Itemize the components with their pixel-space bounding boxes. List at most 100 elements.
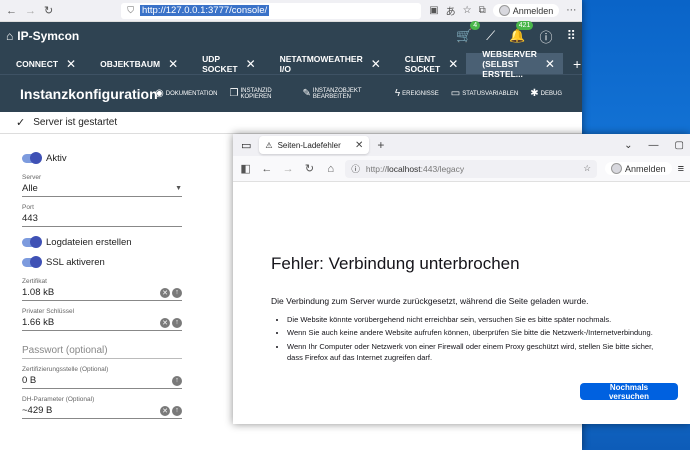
back-icon[interactable]: ← [6,4,17,18]
bg-url-text: http://127.0.0.1:3777/console/ [139,5,270,16]
close-icon[interactable]: ✕ [246,57,256,71]
ca-input[interactable]: 0 B ↑ [22,373,182,389]
add-tab-button[interactable]: + [563,53,582,74]
close-icon[interactable]: ✕ [545,57,555,71]
bookmark-star-icon[interactable]: ☆ [463,5,472,16]
fg-browser-toolbar: ◧ ← → ↻ ⌂ ⓘ http://localhost:443/legacy … [233,156,690,182]
sidebar-icon[interactable]: ◧ [239,162,252,176]
status-text: Server ist gestartet [33,117,118,128]
reload-icon[interactable]: ↻ [44,4,53,18]
upload-icon[interactable]: ↑ [172,405,182,416]
documentation-button[interactable]: ◉ DOKUMENTATION [155,88,218,99]
dh-field: DH-Parameter (Optional) ~429 B ✕ ↑ [22,396,182,419]
check-icon: ✓ [16,117,26,129]
bg-toolbar-tools: ▣ あ ☆ ⧉ Anmelden ⋯ [429,3,576,18]
error-description: Die Verbindung zum Server wurde zurückge… [271,296,589,306]
fg-login-button[interactable]: Anmelden [605,162,672,175]
chart-icon[interactable]: ⟋ [486,28,495,44]
upload-icon[interactable]: ↑ [172,375,182,386]
retry-button[interactable]: Nochmals versuchen [580,383,678,401]
tab-page-load-error[interactable]: ⚠ Seiten-Ladefehler ✕ [259,136,370,154]
password-input[interactable]: Passwort (optional) [22,343,182,359]
menu-icon[interactable]: ≡ [678,163,684,175]
ssl-toggle[interactable] [22,255,42,268]
list-item: Wenn Ihr Computer oder Netzwerk von eine… [287,341,666,364]
list-item: Wenn Sie auch keine andere Website aufru… [287,327,666,338]
fg-tabstrip: ▭ ⚠ Seiten-Ladefehler ✕ + ⌄ — ▢ [233,134,690,156]
minimize-icon[interactable]: — [649,140,659,151]
tab-connect[interactable]: CONNECT ✕ [0,53,84,74]
error-suggestions: Die Website könnte vorübergehend nicht e… [271,314,666,363]
statusvars-button[interactable]: ▭ STATUSVARIABLEN [451,88,518,99]
copy-id-button[interactable]: ❐ INSTANZID KOPIEREN [230,88,291,100]
password-field: Passwort (optional) [22,343,182,359]
reload-icon[interactable]: ↻ [303,162,316,176]
bg-url-bar[interactable]: ⛉ http://127.0.0.1:3777/console/ [121,2,422,19]
instance-tabbar: CONNECT ✕ OBJEKTBAUM ✕ UDP SOCKET ✕ NETATMO… [0,49,582,79]
ca-field: Zertifizierungsstelle (Optional) 0 B ↑ [22,366,182,389]
clear-icon[interactable]: ✕ [160,287,170,298]
list-item: Die Website könnte vorübergehend nicht e… [287,314,666,325]
events-button[interactable]: ϟ EREIGNISSE [395,88,439,99]
close-icon[interactable]: ✕ [66,57,76,71]
cart-icon[interactable]: 🛒 4 [456,21,481,44]
upload-icon[interactable]: ↑ [172,317,182,328]
tab-webserver[interactable]: WEBSERVER (SELBST ERSTEL... ✕ [466,49,563,79]
bookmark-star-icon[interactable]: ☆ [583,163,591,174]
logfiles-toggle[interactable] [22,235,42,248]
logfiles-toggle-row: Logdateien erstellen [22,233,182,251]
port-field: Port 443 [22,204,182,227]
port-input[interactable]: 443 [22,211,182,227]
close-icon[interactable]: ✕ [371,57,381,71]
bell-icon[interactable]: 🔔 421 [509,21,534,44]
cert-input[interactable]: 1.08 kB ✕ ↑ [22,285,182,301]
bg-browser-toolbar: ← → ↻ ⛉ http://127.0.0.1:3777/console/ ▣… [0,0,582,22]
screenshot-icon[interactable]: ▣ [429,5,438,16]
server-field: Server Alle ▼ [22,174,182,197]
dh-input[interactable]: ~429 B ✕ ↑ [22,403,182,419]
server-select[interactable]: Alle ▼ [22,181,182,197]
forward-icon[interactable]: → [25,4,36,18]
close-icon[interactable]: ✕ [355,140,363,151]
notification-badge: 421 [515,21,534,30]
config-form: Aktiv Server Alle ▼ Port 443 Logdateien e… [22,149,182,419]
warning-icon: ⚠ [265,140,273,150]
avatar-icon [498,5,510,16]
close-icon[interactable]: ✕ [168,57,178,71]
forward-icon[interactable]: → [282,162,295,176]
app-logo[interactable]: ⌂ IP-Symcon [6,29,79,43]
grid-menu-icon[interactable]: ⠿ [566,28,576,44]
maximize-icon[interactable]: ▢ [675,140,684,151]
privkey-input[interactable]: 1.66 kB ✕ ↑ [22,315,182,331]
extensions-icon[interactable]: ⧉ [479,5,486,16]
close-icon[interactable]: ✕ [448,57,458,71]
bg-login-button[interactable]: Anmelden [492,4,560,17]
home-icon[interactable]: ⌂ [324,162,337,176]
new-tab-button[interactable]: + [377,138,384,152]
tab-netatmoweather-io[interactable]: NETATMOWEATHER I/O ✕ [264,53,389,74]
tab-objektbaum[interactable]: OBJEKTBAUM ✕ [84,53,186,74]
active-toggle[interactable] [22,151,42,164]
privkey-field: Privater Schlüssel 1.66 kB ✕ ↑ [22,308,182,331]
clear-icon[interactable]: ✕ [160,317,170,328]
dropdown-caret-icon: ▼ [175,185,182,192]
list-tabs-icon[interactable]: ⌄ [624,140,632,151]
page-title: Instanzkonfiguration [20,85,158,102]
menu-icon[interactable]: ⋯ [566,5,576,16]
edit-object-button[interactable]: ✎ INSTANZOBJEKT BEARBEITEN [303,88,383,100]
cart-badge: 4 [470,21,481,30]
tab-udp-socket[interactable]: UDP SOCKET ✕ [186,53,263,74]
cert-field: Zertifikat 1.08 kB ✕ ↑ [22,278,182,301]
bug-icon: ✱ [530,88,539,99]
fg-url-bar[interactable]: ⓘ http://localhost:443/legacy ☆ [345,159,598,178]
tab-client-socket[interactable]: CLIENT SOCKET ✕ [389,53,466,74]
tab-overview-icon[interactable]: ▭ [241,139,251,152]
translate-icon[interactable]: あ [446,3,456,18]
info-icon[interactable]: ⓘ [539,27,552,46]
fg-toolbar-right: Anmelden ≡ [605,162,684,175]
debug-button[interactable]: ✱ DEBUG [530,88,562,99]
clear-icon[interactable]: ✕ [160,405,170,416]
upload-icon[interactable]: ↑ [172,287,182,298]
active-toggle-row: Aktiv [22,149,182,167]
back-icon[interactable]: ← [260,162,273,176]
